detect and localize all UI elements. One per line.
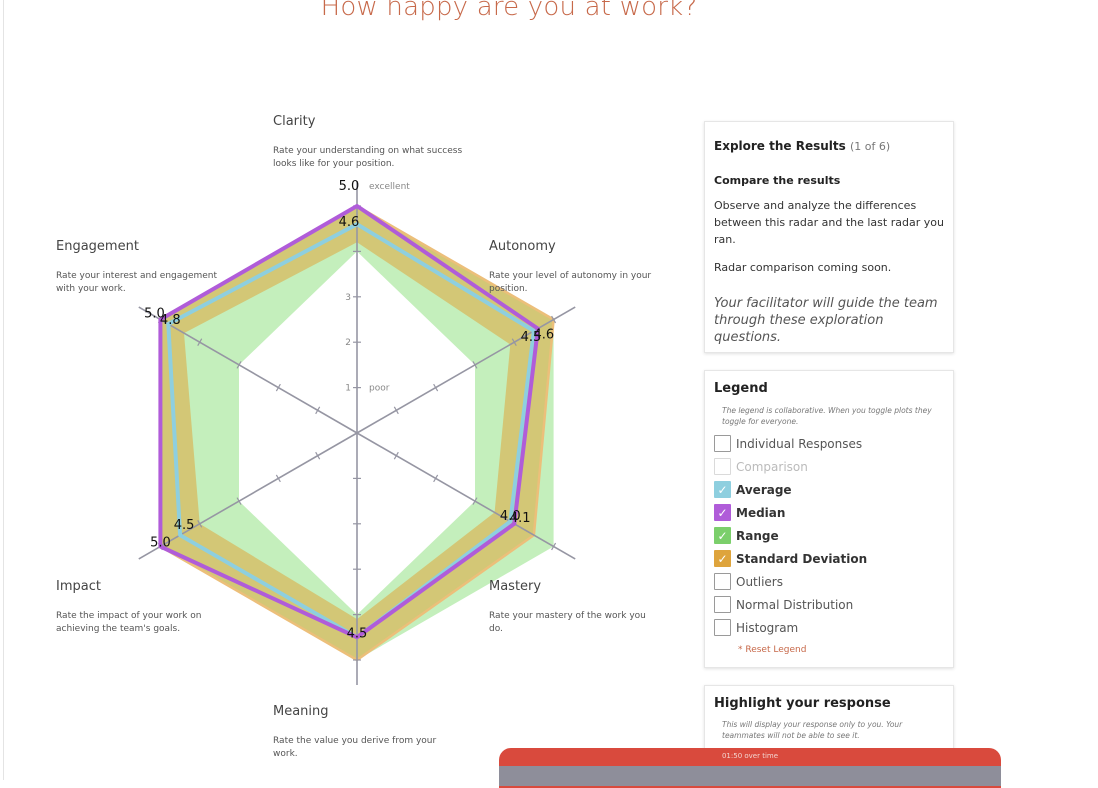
- dim-engagement: Engagement Rate your interest and engage…: [56, 239, 231, 296]
- legend-item-outliers[interactable]: Outliers: [714, 570, 944, 593]
- legend-item-histogram[interactable]: Histogram: [714, 616, 944, 639]
- explore-body: Observe and analyze the differences betw…: [714, 199, 944, 246]
- legend-checkbox[interactable]: ✓: [714, 527, 731, 544]
- timer-controls[interactable]: [499, 766, 1001, 786]
- dim-mastery: Mastery Rate your mastery of the work yo…: [489, 579, 659, 636]
- legend-item-label: Comparison: [736, 459, 808, 474]
- legend-checkbox[interactable]: [714, 435, 731, 452]
- dim-mastery-desc: Rate your mastery of the work you do.: [489, 611, 646, 634]
- dim-autonomy-desc: Rate your level of autonomy in your posi…: [489, 271, 652, 294]
- dim-autonomy-name: Autonomy: [489, 239, 556, 254]
- legend-checkbox[interactable]: [714, 596, 731, 613]
- legend-checkbox[interactable]: ✓: [714, 550, 731, 567]
- scale-tick-label: 2: [345, 338, 351, 348]
- legend-item-range[interactable]: ✓ Range: [714, 524, 944, 547]
- explore-count: (1 of 6): [849, 140, 891, 153]
- timer-bar: 01:50 over time: [499, 748, 1001, 788]
- dim-autonomy: Autonomy Rate your level of autonomy in …: [489, 239, 661, 296]
- legend-item-label: Average: [736, 482, 792, 497]
- dim-impact: Impact Rate the impact of your work on a…: [56, 579, 221, 636]
- highlight-title: Highlight your response: [714, 696, 891, 711]
- dim-engagement-name: Engagement: [56, 239, 139, 254]
- dim-meaning: Meaning Rate the value you derive from y…: [273, 704, 453, 761]
- legend-title: Legend: [714, 381, 768, 396]
- legend-item-average[interactable]: ✓ Average: [714, 478, 944, 501]
- dim-meaning-name: Meaning: [273, 704, 329, 719]
- legend-list: Individual Responses Comparison ✓ Average ✓ M…: [714, 432, 944, 639]
- explore-subtitle: Compare the results: [714, 174, 841, 187]
- legend-checkbox[interactable]: [714, 573, 731, 590]
- legend-item-label: Histogram: [736, 620, 799, 635]
- reset-legend-link[interactable]: * Reset Legend: [738, 645, 944, 655]
- dim-clarity-name: Clarity: [273, 114, 316, 129]
- dim-meaning-desc: Rate the value you derive from your work…: [273, 736, 437, 759]
- legend-item-label: Outliers: [736, 574, 783, 589]
- value-label: 5.0: [150, 536, 171, 551]
- legend-panel: Legend The legend is collaborative. When…: [704, 370, 954, 668]
- dim-clarity-desc: Rate your understanding on what success …: [273, 146, 463, 169]
- legend-checkbox[interactable]: ✓: [714, 481, 731, 498]
- explore-title: Explore the Results (1 of 6): [714, 139, 944, 153]
- value-label: 4.5: [347, 626, 368, 641]
- explore-panel: Explore the Results (1 of 6) Compare the…: [704, 121, 954, 353]
- legend-item-label: Range: [736, 528, 779, 543]
- legend-item-standard-deviation[interactable]: ✓ Standard Deviation: [714, 547, 944, 570]
- dim-impact-name: Impact: [56, 579, 101, 594]
- legend-checkbox[interactable]: [714, 619, 731, 636]
- legend-checkbox[interactable]: [714, 458, 731, 475]
- scale-tick-label: 3: [345, 293, 351, 303]
- timer-text: 01:50 over time: [721, 752, 779, 760]
- explore-title-text: Explore the Results: [714, 139, 846, 153]
- legend-item-comparison[interactable]: Comparison: [714, 455, 944, 478]
- scale-word-label: excellent: [369, 182, 410, 192]
- highlight-subtitle: This will display your response only to …: [722, 720, 903, 740]
- dim-impact-desc: Rate the impact of your work on achievin…: [56, 611, 202, 634]
- value-label: 4.8: [160, 313, 181, 328]
- legend-item-individual-responses[interactable]: Individual Responses: [714, 432, 944, 455]
- value-label: 4.5: [174, 518, 195, 533]
- explore-coming-soon: Radar comparison coming soon.: [714, 261, 892, 274]
- value-label: 4.5: [521, 330, 542, 345]
- legend-item-label: Normal Distribution: [736, 597, 854, 612]
- explore-note: Your facilitator will guide the team thr…: [714, 296, 938, 345]
- value-label: 5.0: [339, 179, 360, 194]
- value-label: 4.6: [339, 215, 360, 230]
- legend-item-label: Standard Deviation: [736, 551, 868, 566]
- legend-item-normal-distribution[interactable]: Normal Distribution: [714, 593, 944, 616]
- dim-clarity: Clarity Rate your understanding on what …: [273, 114, 473, 171]
- legend-item-label: Individual Responses: [736, 436, 863, 451]
- dim-mastery-name: Mastery: [489, 579, 542, 594]
- legend-item-median[interactable]: ✓ Median: [714, 501, 944, 524]
- legend-checkbox[interactable]: ✓: [714, 504, 731, 521]
- dim-engagement-desc: Rate your interest and engagement with y…: [56, 271, 218, 294]
- scale-tick-label: 1: [345, 384, 351, 394]
- scale-word-label: poor: [369, 384, 390, 394]
- value-label: 4.1: [510, 511, 531, 526]
- legend-item-label: Median: [736, 505, 786, 520]
- legend-subtitle: The legend is collaborative. When you to…: [722, 406, 932, 426]
